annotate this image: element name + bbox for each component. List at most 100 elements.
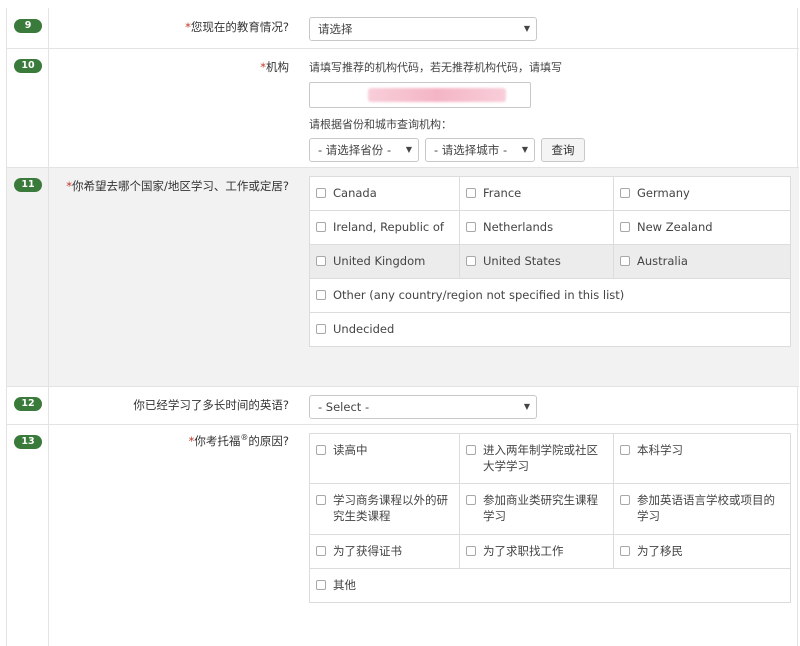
question-9-label: *您现在的教育情况? [185, 19, 289, 35]
reason-options-grid: 读高中 进入两年制学院或社区大学学习 本科学习 学习商务课程以外的研究生类课程 … [309, 433, 791, 603]
question-13-row: 13 *你考托福®的原因? 读高中 进入两年制学院或社区大学学习 本科学习 学习… [7, 424, 799, 646]
option-label: 学习商务课程以外的研究生类课程 [333, 493, 448, 523]
option-label: 为了移民 [637, 544, 683, 558]
option-label: Netherlands [483, 220, 554, 234]
question-11-row: 11 *你希望去哪个国家/地区学习、工作或定居? Canada France G… [7, 167, 799, 386]
city-select[interactable]: - 请选择城市 - ▼ [425, 138, 535, 162]
option-label: New Zealand [637, 220, 713, 234]
caret-down-icon: ▼ [523, 24, 530, 33]
option-ireland[interactable]: Ireland, Republic of [310, 211, 460, 245]
option-label: Canada [333, 186, 377, 200]
question-number-cell: 13 [7, 425, 49, 646]
caret-down-icon: ▼ [521, 145, 528, 154]
checkbox-icon[interactable] [316, 188, 326, 198]
question-number-badge: 11 [14, 178, 42, 192]
checkbox-icon[interactable] [316, 546, 326, 556]
option-job-seeking[interactable]: 为了求职找工作 [460, 535, 614, 569]
checkbox-icon[interactable] [316, 495, 326, 505]
question-number-cell: 12 [7, 387, 49, 424]
question-10-row: 10 *机构 请填写推荐的机构代码，若无推荐机构代码，请填写 请根据省份和城市查… [7, 48, 799, 167]
checkbox-icon[interactable] [316, 290, 326, 300]
checkbox-icon[interactable] [466, 222, 476, 232]
question-11-text: 你希望去哪个国家/地区学习、工作或定居? [72, 179, 289, 193]
checkbox-icon[interactable] [620, 445, 630, 455]
checkbox-icon[interactable] [316, 445, 326, 455]
option-label: 为了获得证书 [333, 544, 402, 558]
option-australia[interactable]: Australia [614, 245, 790, 279]
option-label: 参加商业类研究生课程学习 [483, 493, 598, 523]
option-language-school[interactable]: 参加英语语言学校或项目的学习 [614, 484, 790, 535]
checkbox-icon[interactable] [466, 495, 476, 505]
english-duration-select[interactable]: - Select - ▼ [309, 395, 537, 419]
question-13-label: *你考托福®的原因? [189, 433, 289, 449]
option-label: Germany [637, 186, 690, 200]
option-non-business-graduate[interactable]: 学习商务课程以外的研究生类课程 [310, 484, 460, 535]
option-label: Undecided [333, 322, 395, 336]
education-select[interactable]: 请选择 ▼ [309, 17, 537, 41]
option-label: 其他 [333, 578, 356, 592]
option-label: Other (any country/region not specified … [333, 288, 625, 302]
query-button[interactable]: 查询 [541, 138, 585, 162]
option-label: 读高中 [333, 443, 368, 457]
institution-code-input[interactable] [309, 82, 531, 108]
caret-down-icon: ▼ [405, 145, 412, 154]
option-canada[interactable]: Canada [310, 177, 460, 211]
questionnaire-form: 9 *您现在的教育情况? 请选择 ▼ 10 *机构 请填写推荐的机构代码，若无推… [6, 8, 799, 646]
option-france[interactable]: France [460, 177, 614, 211]
checkbox-icon[interactable] [466, 546, 476, 556]
option-business-graduate[interactable]: 参加商业类研究生课程学习 [460, 484, 614, 535]
question-11-label: *你希望去哪个国家/地区学习、工作或定居? [66, 178, 289, 194]
checkbox-icon[interactable] [620, 222, 630, 232]
question-12-row: 12 你已经学习了多长时间的英语? - Select - ▼ [7, 386, 799, 424]
option-other-reason[interactable]: 其他 [310, 569, 790, 602]
institution-help-text: 请填写推荐的机构代码，若无推荐机构代码，请填写 [309, 61, 562, 74]
option-label: United States [483, 254, 561, 268]
checkbox-icon[interactable] [316, 580, 326, 590]
option-label: France [483, 186, 522, 200]
city-select-value: - 请选择城市 - [434, 143, 508, 157]
question-13-text: 你考托福 [194, 434, 241, 448]
option-new-zealand[interactable]: New Zealand [614, 211, 790, 245]
option-label: Ireland, Republic of [333, 220, 444, 234]
question-number-cell: 11 [7, 168, 49, 386]
education-select-value: 请选择 [318, 22, 353, 36]
checkbox-icon[interactable] [316, 256, 326, 266]
province-select[interactable]: - 请选择省份 - ▼ [309, 138, 419, 162]
question-number-badge: 12 [14, 397, 42, 411]
option-netherlands[interactable]: Netherlands [460, 211, 614, 245]
option-high-school[interactable]: 读高中 [310, 434, 460, 484]
caret-down-icon: ▼ [523, 402, 530, 411]
english-duration-select-value: - Select - [318, 400, 370, 414]
province-select-value: - 请选择省份 - [318, 143, 392, 157]
option-label: 为了求职找工作 [483, 544, 564, 558]
checkbox-icon[interactable] [466, 445, 476, 455]
checkbox-icon[interactable] [466, 188, 476, 198]
question-9-row: 9 *您现在的教育情况? 请选择 ▼ [7, 8, 799, 48]
option-undergraduate[interactable]: 本科学习 [614, 434, 790, 484]
question-number-badge: 13 [14, 435, 42, 449]
question-10-label: *机构 [260, 59, 289, 75]
question-number-badge: 9 [14, 19, 42, 33]
checkbox-icon[interactable] [466, 256, 476, 266]
checkbox-icon[interactable] [620, 256, 630, 266]
checkbox-icon[interactable] [316, 222, 326, 232]
option-label: 参加英语语言学校或项目的学习 [637, 493, 775, 523]
checkbox-icon[interactable] [620, 546, 630, 556]
checkbox-icon[interactable] [620, 188, 630, 198]
option-germany[interactable]: Germany [614, 177, 790, 211]
checkbox-icon[interactable] [620, 495, 630, 505]
question-10-text: 机构 [266, 60, 289, 74]
option-undecided[interactable]: Undecided [310, 313, 790, 346]
question-12-label: 你已经学习了多长时间的英语? [133, 398, 289, 412]
option-label: 进入两年制学院或社区大学学习 [483, 443, 598, 473]
option-immigration[interactable]: 为了移民 [614, 535, 790, 569]
option-community-college[interactable]: 进入两年制学院或社区大学学习 [460, 434, 614, 484]
option-certificate[interactable]: 为了获得证书 [310, 535, 460, 569]
checkbox-icon[interactable] [316, 324, 326, 334]
option-united-kingdom[interactable]: United Kingdom [310, 245, 460, 279]
question-9-text: 您现在的教育情况? [190, 20, 289, 34]
question-13-text-suffix: 的原因? [248, 434, 289, 448]
option-other-country[interactable]: Other (any country/region not specified … [310, 279, 790, 313]
option-united-states[interactable]: United States [460, 245, 614, 279]
country-options-grid: Canada France Germany Ireland, Republic … [309, 176, 791, 347]
